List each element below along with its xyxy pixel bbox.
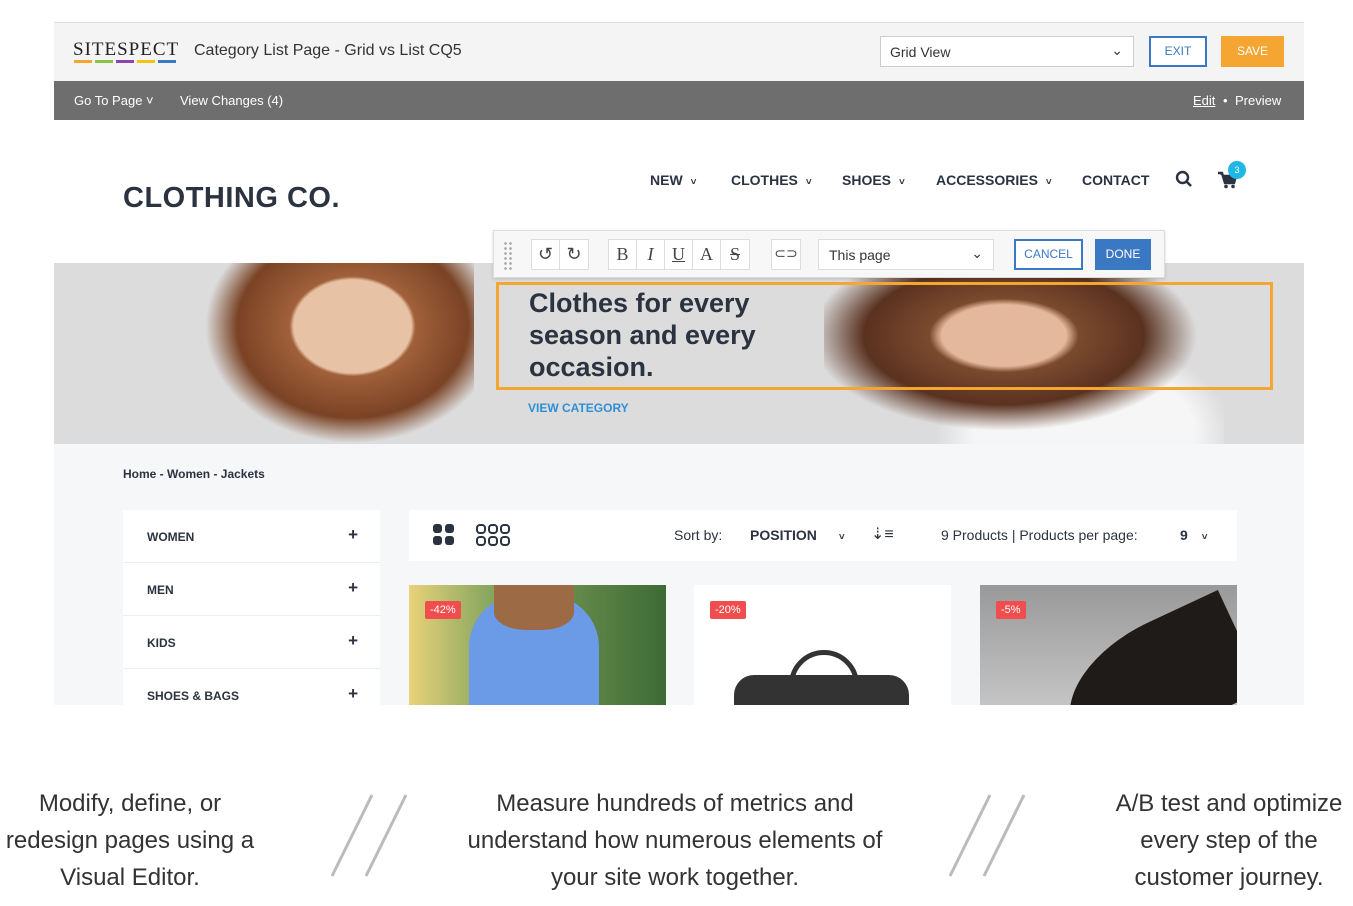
nav-label: CLOTHES: [731, 172, 798, 188]
product-image-shoe: [1045, 590, 1237, 705]
underline-button[interactable]: U: [665, 240, 693, 269]
nav-label: ACCESSORIES: [936, 172, 1038, 188]
nav-clothes[interactable]: CLOTHES ˅: [731, 172, 812, 188]
caption-metrics: Measure hundreds of metrics and understa…: [467, 790, 883, 891]
sitespect-logo: SiteSpect: [73, 39, 180, 60]
product-image-hair: [494, 585, 574, 630]
nav-label: NEW: [650, 172, 683, 188]
per-page-value: 9: [1180, 527, 1188, 543]
done-button[interactable]: DONE: [1095, 239, 1151, 270]
breadcrumb[interactable]: Home - Women - Jackets: [123, 467, 265, 481]
editor-screenshot: SiteSpect Category List Page - Grid vs L…: [54, 22, 1304, 705]
sort-direction-icon[interactable]: ⇣≡: [871, 524, 894, 544]
strikethrough-button[interactable]: S: [721, 240, 749, 269]
link-icon: ⊂⊃: [774, 247, 798, 262]
hero-banner: Clothes for every season and every occas…: [54, 263, 1304, 444]
view-changes-link[interactable]: View Changes (4): [180, 93, 283, 108]
scope-select-value: This page: [829, 247, 891, 263]
preview-mode-link[interactable]: Preview: [1235, 93, 1281, 108]
per-page-select[interactable]: 9 ˅: [1180, 527, 1208, 543]
nav-accessories[interactable]: ACCESSORIES ˅: [936, 172, 1052, 188]
bold-button[interactable]: B: [609, 240, 637, 269]
sort-select[interactable]: POSITION ˅: [750, 527, 845, 543]
plus-icon: +: [348, 525, 358, 544]
go-to-page-label: Go To Page: [74, 93, 143, 108]
undo-icon[interactable]: ↺: [532, 240, 560, 269]
product-card[interactable]: -5%: [980, 585, 1237, 705]
chevron-down-icon: ˅: [1201, 532, 1208, 543]
chevron-down-icon: ˅: [838, 532, 845, 543]
drag-handle-icon[interactable]: [503, 241, 513, 271]
view-category-link[interactable]: VIEW CATEGORY: [528, 401, 629, 415]
discount-badge: -20%: [710, 601, 746, 619]
format-buttons: B I U A S: [608, 239, 750, 270]
redo-icon[interactable]: ↻: [560, 240, 588, 269]
chevron-down-icon: ˅: [690, 177, 697, 188]
list-view-icon[interactable]: [476, 524, 512, 549]
sidebar-item-label: KIDS: [147, 636, 176, 650]
editor-top-bar: SiteSpect Category List Page - Grid vs L…: [54, 23, 1304, 81]
view-select-value: Grid View: [890, 44, 951, 60]
sidebar-item-shoes-bags[interactable]: SHOES & BAGS +: [123, 669, 380, 705]
hero-heading[interactable]: Clothes for every season and every occas…: [529, 287, 809, 383]
site-brand: CLOTHING CO.: [123, 182, 341, 214]
discount-badge: -42%: [425, 601, 461, 619]
sidebar-item-kids[interactable]: KIDS +: [123, 616, 380, 669]
plus-icon: +: [348, 684, 358, 703]
cancel-button[interactable]: CANCEL: [1014, 239, 1083, 270]
font-color-button[interactable]: A: [693, 240, 721, 269]
chevron-down-icon: ˅: [1045, 177, 1052, 188]
site-preview: CLOTHING CO. NEW ˅ CLOTHES ˅ SHOES ˅ ACCESS…: [54, 120, 1304, 705]
view-select[interactable]: Grid View ⌄: [880, 36, 1134, 67]
go-to-page-menu[interactable]: Go To Page ˅: [74, 93, 154, 108]
nav-label: SHOES: [842, 172, 892, 188]
link-button[interactable]: ⊂⊃: [771, 239, 801, 270]
discount-badge: -5%: [996, 601, 1026, 619]
separator-dot: •: [1223, 93, 1228, 108]
editor-menu-bar: Go To Page ˅ View Changes (4) Edit • Pre…: [54, 81, 1304, 120]
chevron-down-icon: ˅: [899, 177, 905, 188]
test-title: Category List Page - Grid vs List CQ5: [194, 42, 462, 59]
nav-new[interactable]: NEW ˅: [650, 172, 697, 188]
sidebar-item-label: MEN: [147, 583, 174, 597]
caption-ab-test: A/B test and optimize every step of the …: [1115, 790, 1343, 891]
product-image-bag-handle: [789, 650, 859, 695]
cart-count-badge: 3: [1228, 161, 1246, 179]
sort-toolbar: Sort by: POSITION ˅ ⇣≡ 9 Products | Produ…: [409, 510, 1237, 561]
exit-button[interactable]: EXIT: [1149, 36, 1207, 67]
product-card[interactable]: -20%: [694, 585, 951, 705]
sort-label: Sort by:: [674, 527, 723, 543]
caption-visual-editor: Modify, define, or redesign pages using …: [5, 790, 255, 891]
chevron-down-icon: ⌄: [1111, 42, 1123, 58]
history-buttons: ↺ ↻: [531, 239, 589, 270]
scope-select[interactable]: This page ⌄: [818, 239, 994, 270]
divider-slashes-icon: [948, 794, 1026, 877]
divider-slashes-icon: [330, 794, 408, 877]
grid-view-icon[interactable]: [433, 524, 455, 549]
search-icon[interactable]: [1175, 170, 1193, 193]
product-card[interactable]: -42%: [409, 585, 666, 705]
nav-shoes[interactable]: SHOES ˅: [842, 172, 905, 188]
plus-icon: +: [348, 631, 358, 650]
products-count: 9 Products | Products per page:: [941, 527, 1138, 543]
sidebar-item-women[interactable]: WOMEN +: [123, 510, 380, 563]
chevron-down-icon: ⌄: [971, 245, 983, 261]
category-sidebar: WOMEN + MEN + KIDS + SHOES & BAGS +: [123, 510, 380, 705]
sidebar-item-men[interactable]: MEN +: [123, 563, 380, 616]
nav-contact[interactable]: CONTACT: [1082, 172, 1149, 188]
edit-mode-link[interactable]: Edit: [1193, 93, 1215, 108]
sidebar-item-label: SHOES & BAGS: [147, 689, 240, 703]
save-button[interactable]: SAVE: [1221, 36, 1284, 67]
italic-button[interactable]: I: [637, 240, 665, 269]
plus-icon: +: [348, 578, 358, 597]
sidebar-item-label: WOMEN: [147, 530, 195, 544]
chevron-down-icon: ˅: [805, 177, 812, 188]
hero-model-image-left: [204, 263, 474, 444]
text-edit-toolbar: ↺ ↻ B I U A S ⊂⊃ This page ⌄ CANCEL DONE: [493, 230, 1165, 278]
sort-value: POSITION: [750, 527, 817, 543]
logo-color-bars: [74, 60, 176, 63]
